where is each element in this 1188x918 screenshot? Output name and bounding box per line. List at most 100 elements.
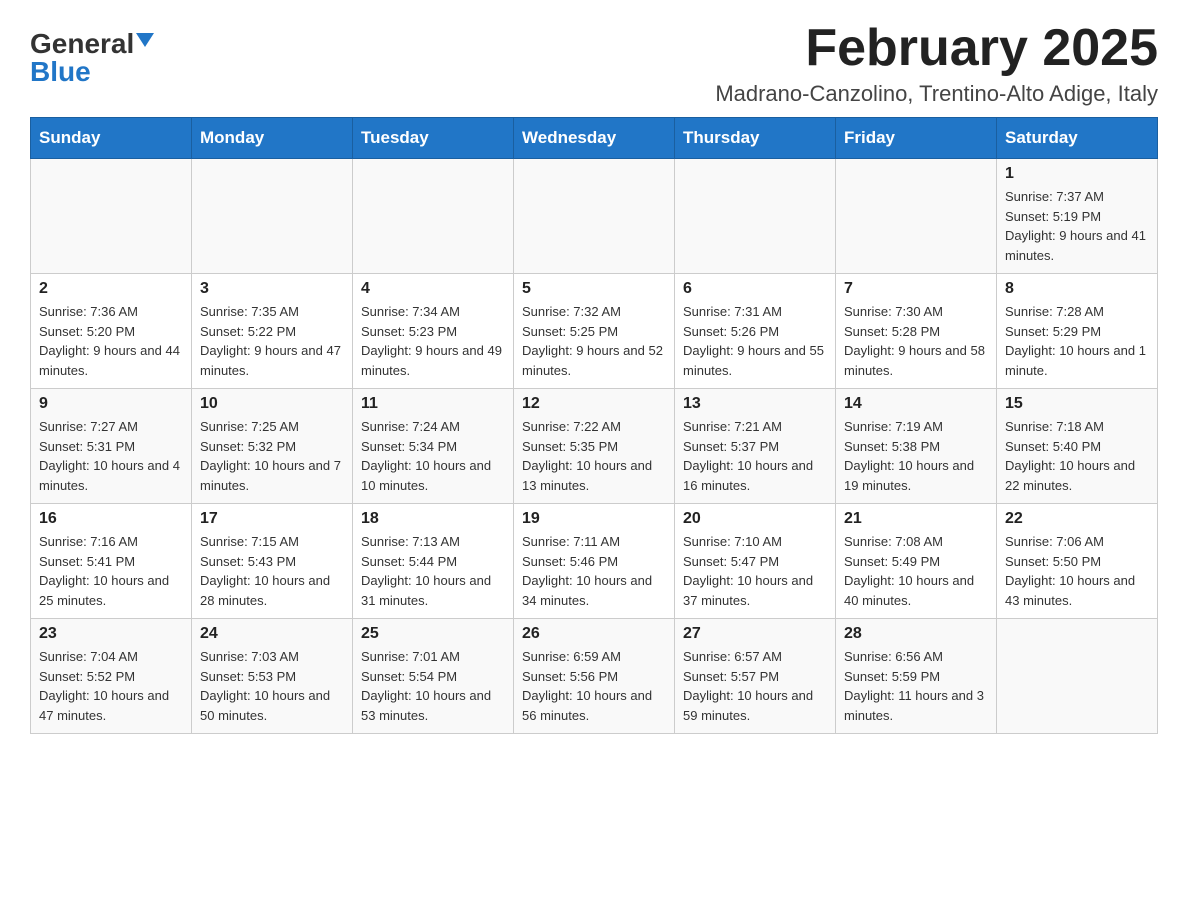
- day-number: 15: [1005, 395, 1149, 413]
- day-info: Sunrise: 7:13 AM Sunset: 5:44 PM Dayligh…: [361, 532, 505, 610]
- day-number: 20: [683, 510, 827, 528]
- weekday-header-saturday: Saturday: [997, 118, 1158, 159]
- calendar-cell: 22 Sunrise: 7:06 AM Sunset: 5:50 PM Dayli…: [997, 504, 1158, 619]
- day-number: 21: [844, 510, 988, 528]
- day-info: Sunrise: 7:35 AM Sunset: 5:22 PM Dayligh…: [200, 302, 344, 380]
- day-info: Sunrise: 7:11 AM Sunset: 5:46 PM Dayligh…: [522, 532, 666, 610]
- day-info: Sunrise: 7:28 AM Sunset: 5:29 PM Dayligh…: [1005, 302, 1149, 380]
- day-number: 19: [522, 510, 666, 528]
- day-info: Sunrise: 7:32 AM Sunset: 5:25 PM Dayligh…: [522, 302, 666, 380]
- calendar-cell: 12 Sunrise: 7:22 AM Sunset: 5:35 PM Dayli…: [514, 389, 675, 504]
- calendar-cell: 24Sunrise: 7:03 AM Sunset: 5:53 PM Dayli…: [192, 619, 353, 734]
- day-info: Sunrise: 7:04 AM Sunset: 5:52 PM Dayligh…: [39, 647, 183, 725]
- calendar-cell: 20 Sunrise: 7:10 AM Sunset: 5:47 PM Dayli…: [675, 504, 836, 619]
- calendar-cell: [514, 159, 675, 274]
- day-number: 14: [844, 395, 988, 413]
- calendar-cell: 21 Sunrise: 7:08 AM Sunset: 5:49 PM Dayli…: [836, 504, 997, 619]
- calendar-cell: 8Sunrise: 7:28 AM Sunset: 5:29 PM Daylig…: [997, 274, 1158, 389]
- day-info: Sunrise: 7:08 AM Sunset: 5:49 PM Dayligh…: [844, 532, 988, 610]
- day-number: 27: [683, 625, 827, 643]
- calendar-cell: [836, 159, 997, 274]
- day-info: Sunrise: 7:36 AM Sunset: 5:20 PM Dayligh…: [39, 302, 183, 380]
- logo-general-text: General: [30, 30, 134, 58]
- calendar-cell: [997, 619, 1158, 734]
- day-number: 25: [361, 625, 505, 643]
- weekday-header-friday: Friday: [836, 118, 997, 159]
- calendar-cell: 16 Sunrise: 7:16 AM Sunset: 5:41 PM Dayli…: [31, 504, 192, 619]
- logo-blue-text: Blue: [30, 58, 91, 86]
- day-number: 22: [1005, 510, 1149, 528]
- day-info: Sunrise: 7:37 AM Sunset: 5:19 PM Dayligh…: [1005, 187, 1149, 265]
- day-number: 16: [39, 510, 183, 528]
- calendar-cell: 27 Sunrise: 6:57 AM Sunset: 5:57 PM Dayli…: [675, 619, 836, 734]
- calendar-cell: 23 Sunrise: 7:04 AM Sunset: 5:52 PM Dayli…: [31, 619, 192, 734]
- day-info: Sunrise: 7:30 AM Sunset: 5:28 PM Dayligh…: [844, 302, 988, 380]
- day-number: 10: [200, 395, 344, 413]
- day-number: 5: [522, 280, 666, 298]
- day-number: 18: [361, 510, 505, 528]
- calendar-week-row: 23 Sunrise: 7:04 AM Sunset: 5:52 PM Dayli…: [31, 619, 1158, 734]
- calendar-cell: [192, 159, 353, 274]
- calendar-week-row: 1 Sunrise: 7:37 AM Sunset: 5:19 PM Daylig…: [31, 159, 1158, 274]
- day-info: Sunrise: 7:19 AM Sunset: 5:38 PM Dayligh…: [844, 417, 988, 495]
- calendar-week-row: 16 Sunrise: 7:16 AM Sunset: 5:41 PM Dayli…: [31, 504, 1158, 619]
- day-info: Sunrise: 6:57 AM Sunset: 5:57 PM Dayligh…: [683, 647, 827, 725]
- calendar-cell: 14 Sunrise: 7:19 AM Sunset: 5:38 PM Dayli…: [836, 389, 997, 504]
- calendar-cell: 28Sunrise: 6:56 AM Sunset: 5:59 PM Dayli…: [836, 619, 997, 734]
- day-info: Sunrise: 7:01 AM Sunset: 5:54 PM Dayligh…: [361, 647, 505, 725]
- calendar-cell: [353, 159, 514, 274]
- calendar-cell: 18 Sunrise: 7:13 AM Sunset: 5:44 PM Dayli…: [353, 504, 514, 619]
- day-info: Sunrise: 7:25 AM Sunset: 5:32 PM Dayligh…: [200, 417, 344, 495]
- day-number: 24: [200, 625, 344, 643]
- calendar-cell: 5 Sunrise: 7:32 AM Sunset: 5:25 PM Daylig…: [514, 274, 675, 389]
- calendar-cell: 26 Sunrise: 6:59 AM Sunset: 5:56 PM Dayli…: [514, 619, 675, 734]
- day-number: 13: [683, 395, 827, 413]
- weekday-header-monday: Monday: [192, 118, 353, 159]
- calendar-cell: 10 Sunrise: 7:25 AM Sunset: 5:32 PM Dayli…: [192, 389, 353, 504]
- day-number: 9: [39, 395, 183, 413]
- day-info: Sunrise: 7:34 AM Sunset: 5:23 PM Dayligh…: [361, 302, 505, 380]
- day-info: Sunrise: 7:16 AM Sunset: 5:41 PM Dayligh…: [39, 532, 183, 610]
- calendar-cell: [31, 159, 192, 274]
- calendar-cell: 1 Sunrise: 7:37 AM Sunset: 5:19 PM Daylig…: [997, 159, 1158, 274]
- title-section: February 2025 Madrano-Canzolino, Trentin…: [715, 20, 1158, 107]
- calendar-cell: [675, 159, 836, 274]
- day-number: 26: [522, 625, 666, 643]
- day-number: 7: [844, 280, 988, 298]
- day-number: 4: [361, 280, 505, 298]
- calendar-week-row: 9 Sunrise: 7:27 AM Sunset: 5:31 PM Daylig…: [31, 389, 1158, 504]
- calendar-cell: 17Sunrise: 7:15 AM Sunset: 5:43 PM Dayli…: [192, 504, 353, 619]
- day-number: 23: [39, 625, 183, 643]
- calendar-cell: 13 Sunrise: 7:21 AM Sunset: 5:37 PM Dayli…: [675, 389, 836, 504]
- day-info: Sunrise: 6:56 AM Sunset: 5:59 PM Dayligh…: [844, 647, 988, 725]
- calendar-table: SundayMondayTuesdayWednesdayThursdayFrid…: [30, 117, 1158, 734]
- weekday-header-tuesday: Tuesday: [353, 118, 514, 159]
- day-number: 3: [200, 280, 344, 298]
- day-info: Sunrise: 7:15 AM Sunset: 5:43 PM Dayligh…: [200, 532, 344, 610]
- weekday-header-wednesday: Wednesday: [514, 118, 675, 159]
- logo: General Blue: [30, 30, 154, 86]
- calendar-cell: 6Sunrise: 7:31 AM Sunset: 5:26 PM Daylig…: [675, 274, 836, 389]
- calendar-cell: 25 Sunrise: 7:01 AM Sunset: 5:54 PM Dayli…: [353, 619, 514, 734]
- day-info: Sunrise: 7:22 AM Sunset: 5:35 PM Dayligh…: [522, 417, 666, 495]
- day-number: 11: [361, 395, 505, 413]
- calendar-cell: 2 Sunrise: 7:36 AM Sunset: 5:20 PM Daylig…: [31, 274, 192, 389]
- calendar-week-row: 2 Sunrise: 7:36 AM Sunset: 5:20 PM Daylig…: [31, 274, 1158, 389]
- day-info: Sunrise: 6:59 AM Sunset: 5:56 PM Dayligh…: [522, 647, 666, 725]
- day-info: Sunrise: 7:06 AM Sunset: 5:50 PM Dayligh…: [1005, 532, 1149, 610]
- day-number: 2: [39, 280, 183, 298]
- day-info: Sunrise: 7:27 AM Sunset: 5:31 PM Dayligh…: [39, 417, 183, 495]
- day-number: 6: [683, 280, 827, 298]
- day-number: 12: [522, 395, 666, 413]
- day-info: Sunrise: 7:10 AM Sunset: 5:47 PM Dayligh…: [683, 532, 827, 610]
- day-info: Sunrise: 7:21 AM Sunset: 5:37 PM Dayligh…: [683, 417, 827, 495]
- calendar-cell: 9 Sunrise: 7:27 AM Sunset: 5:31 PM Daylig…: [31, 389, 192, 504]
- location-title: Madrano-Canzolino, Trentino-Alto Adige, …: [715, 81, 1158, 107]
- weekday-header-thursday: Thursday: [675, 118, 836, 159]
- page-header: General Blue February 2025 Madrano-Canzo…: [30, 20, 1158, 107]
- day-number: 1: [1005, 165, 1149, 183]
- calendar-cell: 11Sunrise: 7:24 AM Sunset: 5:34 PM Dayli…: [353, 389, 514, 504]
- day-info: Sunrise: 7:18 AM Sunset: 5:40 PM Dayligh…: [1005, 417, 1149, 495]
- calendar-cell: 15 Sunrise: 7:18 AM Sunset: 5:40 PM Dayli…: [997, 389, 1158, 504]
- calendar-cell: 19 Sunrise: 7:11 AM Sunset: 5:46 PM Dayli…: [514, 504, 675, 619]
